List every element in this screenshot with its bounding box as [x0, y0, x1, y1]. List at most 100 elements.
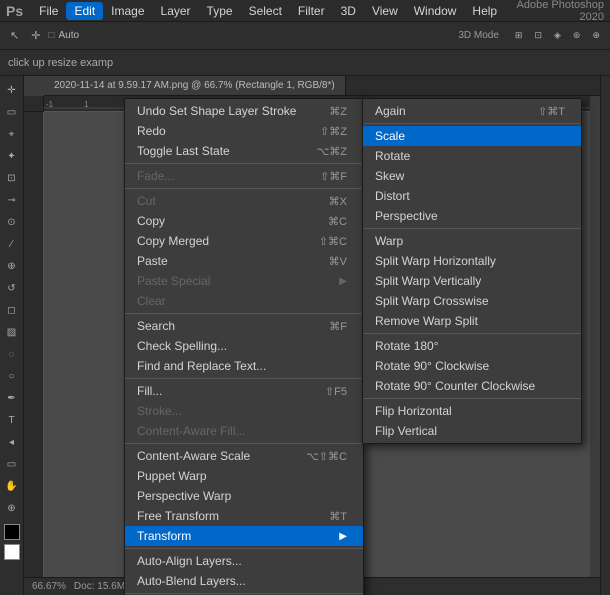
menu-type[interactable]: Type — [199, 2, 241, 20]
menu-paste-special: Paste Special ▶ — [125, 271, 363, 291]
3d-btn-4[interactable]: ⊛ — [569, 28, 585, 43]
auto-label: Auto — [58, 30, 79, 41]
transform-rotate-90-cw[interactable]: Rotate 90° Clockwise — [363, 356, 581, 376]
sep7 — [125, 593, 363, 594]
transform-flip-horizontal[interactable]: Flip Horizontal — [363, 401, 581, 421]
transform-flip-vertical[interactable]: Flip Vertical — [363, 421, 581, 441]
dodge-icon[interactable]: ○ — [2, 366, 22, 386]
transform-split-warp-horizontally[interactable]: Split Warp Horizontally — [363, 251, 581, 271]
spot-heal-icon[interactable]: ⊙ — [2, 212, 22, 232]
menu-view[interactable]: View — [364, 2, 406, 20]
transform-perspective[interactable]: Perspective — [363, 206, 581, 226]
blur-icon[interactable]: ◌ — [2, 344, 22, 364]
app-logo: Ps — [6, 3, 23, 19]
menu-free-transform[interactable]: Free Transform ⌘T — [125, 506, 363, 526]
right-panel — [600, 76, 610, 595]
content-area: 2020-11-14 at 9.59.17 AM.png @ 66.7% (Re… — [24, 76, 600, 595]
menu-window[interactable]: Window — [406, 2, 465, 20]
tsep1 — [363, 123, 581, 124]
menu-image[interactable]: Image — [103, 2, 152, 20]
main-layout: ✛ ▭ ⌖ ✦ ⊡ ⊸ ⊙ ∕ ⊕ ↺ ◻ ▨ ◌ ○ ✒ T ◂ ▭ ✋ ⊕ … — [0, 76, 610, 595]
background-color[interactable] — [4, 544, 20, 560]
transform-rotate-90-ccw[interactable]: Rotate 90° Counter Clockwise — [363, 376, 581, 396]
transform-submenu: Again ⇧⌘T Scale Rotate Skew Distort Pers… — [362, 98, 582, 444]
sep5 — [125, 443, 363, 444]
auto-checkbox: □ — [48, 30, 54, 41]
menu-file[interactable]: File — [31, 2, 66, 20]
menu-search[interactable]: Search ⌘F — [125, 316, 363, 336]
transform-rotate[interactable]: Rotate — [363, 146, 581, 166]
menu-puppet-warp[interactable]: Puppet Warp — [125, 466, 363, 486]
menu-redo[interactable]: Redo ⇧⌘Z — [125, 121, 363, 141]
selection-tool-icon[interactable]: ▭ — [2, 102, 22, 122]
transform-split-warp-vertically[interactable]: Split Warp Vertically — [363, 271, 581, 291]
3d-btn-3[interactable]: ◈ — [550, 28, 565, 43]
shape-tool-icon[interactable]: ▭ — [2, 454, 22, 474]
transform-warp[interactable]: Warp — [363, 231, 581, 251]
magic-wand-icon[interactable]: ✦ — [2, 146, 22, 166]
options-text: click up resize examp — [8, 57, 113, 69]
menu-clear: Clear — [125, 291, 363, 311]
arrow-tool[interactable]: ↖ — [6, 27, 23, 44]
crop-tool-icon[interactable]: ⊡ — [2, 168, 22, 188]
clone-tool-icon[interactable]: ⊕ — [2, 256, 22, 276]
menu-transform[interactable]: Transform ▶ — [125, 526, 363, 546]
3d-btn-5[interactable]: ⊕ — [588, 28, 604, 43]
menu-filter[interactable]: Filter — [290, 2, 333, 20]
menu-paste[interactable]: Paste ⌘V — [125, 251, 363, 271]
menu-check-spelling[interactable]: Check Spelling... — [125, 336, 363, 356]
sep3 — [125, 313, 363, 314]
menu-undo[interactable]: Undo Set Shape Layer Stroke ⌘Z — [125, 101, 363, 121]
menu-copy-merged[interactable]: Copy Merged ⇧⌘C — [125, 231, 363, 251]
menu-stroke: Stroke... — [125, 401, 363, 421]
transform-skew[interactable]: Skew — [363, 166, 581, 186]
transform-scale[interactable]: Scale — [363, 126, 581, 146]
menu-fade: Fade... ⇧⌘F — [125, 166, 363, 186]
transform-distort[interactable]: Distort — [363, 186, 581, 206]
3d-btn-1[interactable]: ⊞ — [511, 28, 527, 43]
tool-panel: ✛ ▭ ⌖ ✦ ⊡ ⊸ ⊙ ∕ ⊕ ↺ ◻ ▨ ◌ ○ ✒ T ◂ ▭ ✋ ⊕ — [0, 76, 24, 595]
transform-remove-warp-split[interactable]: Remove Warp Split — [363, 311, 581, 331]
pen-tool-icon[interactable]: ✒ — [2, 388, 22, 408]
eraser-icon[interactable]: ◻ — [2, 300, 22, 320]
3d-btn-2[interactable]: ⊡ — [530, 28, 546, 43]
mode-label: 3D Mode — [458, 30, 499, 41]
brush-tool-icon[interactable]: ∕ — [2, 234, 22, 254]
transform-split-warp-crosswise[interactable]: Split Warp Crosswise — [363, 291, 581, 311]
move-tool[interactable]: ✛ — [27, 27, 44, 44]
menu-auto-blend[interactable]: Auto-Blend Layers... — [125, 571, 363, 591]
eyedropper-icon[interactable]: ⊸ — [2, 190, 22, 210]
sep1 — [125, 163, 363, 164]
foreground-color[interactable] — [4, 524, 20, 540]
menu-help[interactable]: Help — [464, 2, 505, 20]
history-brush-icon[interactable]: ↺ — [2, 278, 22, 298]
move-tool-icon[interactable]: ✛ — [2, 80, 22, 100]
transform-rotate-180[interactable]: Rotate 180° — [363, 336, 581, 356]
toolbar: ↖ ✛ □ Auto 3D Mode ⊞ ⊡ ◈ ⊛ ⊕ — [0, 22, 610, 50]
menu-edit[interactable]: Edit — [66, 2, 103, 20]
zoom-tool-icon[interactable]: ⊕ — [2, 498, 22, 518]
lasso-tool-icon[interactable]: ⌖ — [2, 124, 22, 144]
path-select-icon[interactable]: ◂ — [2, 432, 22, 452]
menu-layer[interactable]: Layer — [153, 2, 199, 20]
menu-find-replace[interactable]: Find and Replace Text... — [125, 356, 363, 376]
gradient-icon[interactable]: ▨ — [2, 322, 22, 342]
menu-fill[interactable]: Fill... ⇧F5 — [125, 381, 363, 401]
menu-select[interactable]: Select — [241, 2, 290, 20]
text-tool-icon[interactable]: T — [2, 410, 22, 430]
tsep2 — [363, 228, 581, 229]
menu-3d[interactable]: 3D — [333, 2, 364, 20]
sep2 — [125, 188, 363, 189]
menu-content-aware-scale[interactable]: Content-Aware Scale ⌥⇧⌘C — [125, 446, 363, 466]
hand-tool-icon[interactable]: ✋ — [2, 476, 22, 496]
menu-perspective-warp[interactable]: Perspective Warp — [125, 486, 363, 506]
menu-auto-align[interactable]: Auto-Align Layers... — [125, 551, 363, 571]
menu-overlay: Undo Set Shape Layer Stroke ⌘Z Redo ⇧⌘Z … — [24, 76, 600, 595]
menubar: Ps File Edit Image Layer Type Select Fil… — [0, 0, 610, 22]
menu-cut: Cut ⌘X — [125, 191, 363, 211]
menu-copy[interactable]: Copy ⌘C — [125, 211, 363, 231]
transform-again[interactable]: Again ⇧⌘T — [363, 101, 581, 121]
sep4 — [125, 378, 363, 379]
menu-toggle-last-state[interactable]: Toggle Last State ⌥⌘Z — [125, 141, 363, 161]
app-title: Adobe Photoshop 2020 — [505, 0, 604, 23]
